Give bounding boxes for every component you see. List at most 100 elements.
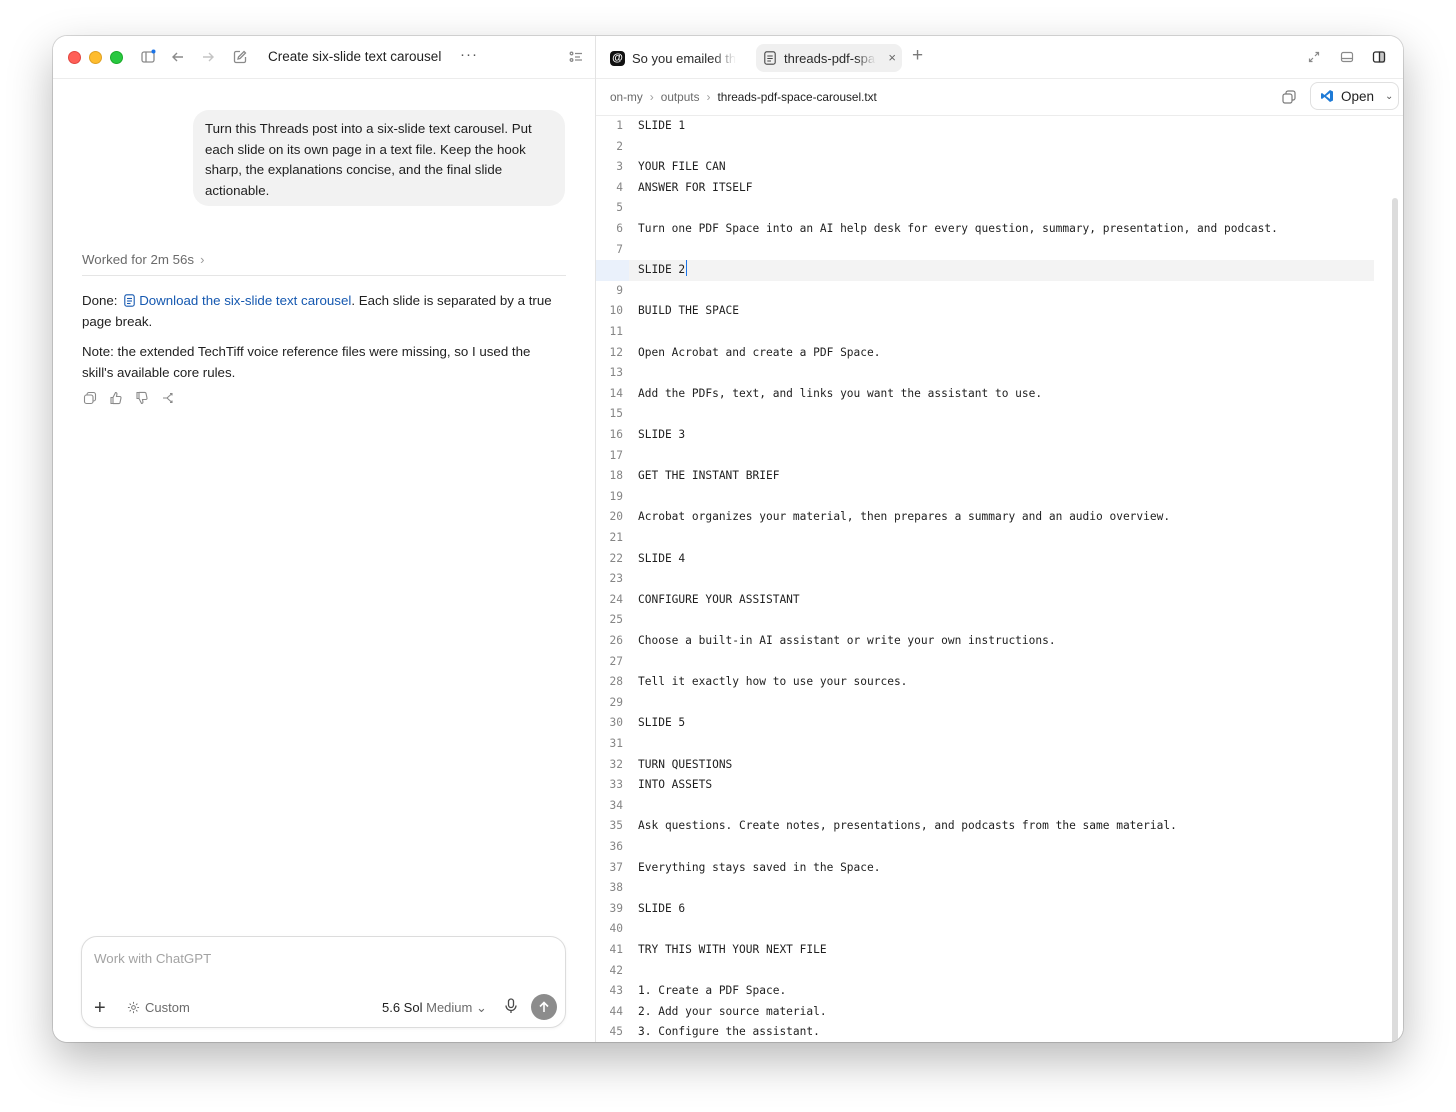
breadcrumb-item[interactable]: outputs: [661, 90, 700, 104]
editor-line[interactable]: 12 Open Acrobat and create a PDF Space.: [596, 343, 1374, 364]
microphone-icon[interactable]: [504, 998, 518, 1019]
editor-line[interactable]: 18 GET THE INSTANT BRIEF: [596, 466, 1374, 487]
editor-line[interactable]: 26 Choose a built-in AI assistant or writ…: [596, 631, 1374, 652]
editor-line[interactable]: 31: [596, 734, 1374, 755]
tab-carousel-file[interactable]: threads-pdf-space-carousel.txt ×: [756, 44, 902, 72]
editor-line[interactable]: 20 Acrobat organizes your material, then …: [596, 507, 1374, 528]
editor-line[interactable]: 39 SLIDE 6: [596, 899, 1374, 920]
editor-line[interactable]: 4 ANSWER FOR ITSELF: [596, 178, 1374, 199]
composer: + Custom 5.6 Sol Medium ⌄: [81, 936, 566, 1028]
editor-line[interactable]: 44 2. Add your source material.: [596, 1002, 1374, 1023]
assistant-message: Done: Download the six-slide text carous…: [82, 291, 562, 393]
text-caret: [686, 260, 688, 277]
editor-line[interactable]: 14 Add the PDFs, text, and links you want…: [596, 384, 1374, 405]
conversation-more-button[interactable]: ···: [460, 46, 478, 63]
editor-line[interactable]: 13: [596, 363, 1374, 384]
minimize-window-button[interactable]: [89, 51, 102, 64]
branch-icon[interactable]: [160, 390, 176, 406]
editor-line[interactable]: 41 TRY THIS WITH YOUR NEXT FILE: [596, 940, 1374, 961]
new-chat-icon[interactable]: [231, 48, 249, 66]
line-text: INTO ASSETS: [638, 778, 713, 792]
editor-line[interactable]: 43 1. Create a PDF Space.: [596, 981, 1374, 1002]
download-carousel-link[interactable]: Download the six-slide text carousel: [139, 293, 351, 308]
forward-arrow-icon[interactable]: [199, 48, 217, 66]
editor-line[interactable]: 24 CONFIGURE YOUR ASSISTANT: [596, 590, 1374, 611]
editor-line[interactable]: 9: [596, 281, 1374, 302]
conversation-title[interactable]: Create six-slide text carousel: [268, 49, 441, 64]
line-text: SLIDE 5: [638, 716, 686, 730]
model-selector[interactable]: 5.6 Sol Medium ⌄: [382, 1000, 487, 1016]
editor-line[interactable]: 21: [596, 528, 1374, 549]
back-arrow-icon[interactable]: [169, 48, 187, 66]
close-tab-icon[interactable]: ×: [888, 50, 896, 65]
text-editor[interactable]: 45 3. Configure the assistant. 44 2. Add yo…: [596, 115, 1403, 1042]
editor-line[interactable]: 5: [596, 198, 1374, 219]
editor-line[interactable]: 25: [596, 610, 1374, 631]
close-window-button[interactable]: [68, 51, 81, 64]
new-tab-button[interactable]: +: [912, 46, 923, 66]
task-list-icon[interactable]: [567, 48, 585, 66]
editor-line[interactable]: 1 SLIDE 1: [596, 116, 1374, 137]
chevron-right-icon: ›: [706, 90, 711, 104]
editor-line[interactable]: 28 Tell it exactly how to use your source…: [596, 672, 1374, 693]
line-number: 11: [609, 325, 623, 338]
editor-line[interactable]: 35 Ask questions. Create notes, presentat…: [596, 816, 1374, 837]
line-text: YOUR FILE CAN: [638, 160, 726, 174]
line-text: SLIDE 4: [638, 551, 686, 565]
editor-line[interactable]: 37 Everything stays saved in the Space.: [596, 858, 1374, 879]
editor-line[interactable]: 7: [596, 240, 1374, 261]
copy-file-icon[interactable]: [1281, 89, 1297, 105]
line-text: CONFIGURE YOUR ASSISTANT: [638, 592, 800, 606]
editor-line[interactable]: 22 SLIDE 4: [596, 549, 1374, 570]
open-in-editor-button[interactable]: Open ⌄: [1310, 82, 1399, 110]
editor-scrollbar[interactable]: [1392, 198, 1398, 1042]
line-number: 29: [609, 695, 623, 709]
send-button[interactable]: [531, 994, 557, 1020]
line-text: SLIDE 1: [638, 119, 686, 132]
editor-line[interactable]: 40: [596, 919, 1374, 940]
editor-line[interactable]: 10 BUILD THE SPACE: [596, 301, 1374, 322]
editor-line[interactable]: 33 INTO ASSETS: [596, 775, 1374, 796]
editor-line[interactable]: 3 YOUR FILE CAN: [596, 157, 1374, 178]
custom-mode-button[interactable]: Custom: [127, 1000, 190, 1015]
editor-line[interactable]: 38: [596, 878, 1374, 899]
terminal-panel-icon[interactable]: [1339, 49, 1355, 65]
line-number: 39: [609, 901, 623, 915]
editor-line[interactable]: 19: [596, 487, 1374, 508]
zoom-window-button[interactable]: [110, 51, 123, 64]
expand-icon[interactable]: [1306, 49, 1322, 65]
editor-line[interactable]: 16 SLIDE 3: [596, 425, 1374, 446]
line-text: ANSWER FOR ITSELF: [638, 180, 753, 194]
editor-line[interactable]: 6 Turn one PDF Space into an AI help desk…: [596, 219, 1374, 240]
editor-line[interactable]: 2: [596, 137, 1374, 158]
worked-duration-toggle[interactable]: Worked for 2m 56s ›: [82, 252, 204, 267]
copy-icon[interactable]: [82, 390, 98, 406]
editor-line[interactable]: 34: [596, 796, 1374, 817]
editor-line[interactable]: 29: [596, 693, 1374, 714]
thumbs-down-icon[interactable]: [134, 390, 150, 406]
editor-line[interactable]: 23: [596, 569, 1374, 590]
editor-line[interactable]: 42: [596, 961, 1374, 982]
editor-line[interactable]: 15: [596, 404, 1374, 425]
editor-line[interactable]: 17: [596, 446, 1374, 467]
side-panel-toggle-icon[interactable]: [1371, 49, 1387, 65]
editor-line[interactable]: 30 SLIDE 5: [596, 713, 1374, 734]
editor-line[interactable]: 32 TURN QUESTIONS: [596, 755, 1374, 776]
thumbs-up-icon[interactable]: [108, 390, 124, 406]
editor-line[interactable]: 36: [596, 837, 1374, 858]
editor-line[interactable]: 11: [596, 322, 1374, 343]
line-number: 43: [609, 984, 623, 998]
line-number: 6: [616, 222, 623, 235]
line-number: 17: [609, 448, 623, 462]
add-attachment-button[interactable]: +: [94, 998, 106, 1018]
editor-line[interactable]: 45 3. Configure the assistant.: [596, 1022, 1374, 1042]
editor-line[interactable]: 8SLIDE 2: [596, 260, 1374, 281]
line-text: Tell it exactly how to use your sources.: [638, 675, 908, 689]
line-number: 13: [609, 366, 623, 380]
sidebar-toggle-icon[interactable]: [139, 48, 157, 66]
tab-threads-post[interactable]: @ So you emailed th: [606, 44, 736, 72]
breadcrumb-item[interactable]: on-my: [610, 90, 643, 104]
editor-line[interactable]: 27: [596, 652, 1374, 673]
chevron-down-icon: ⌄: [1385, 90, 1394, 102]
composer-input[interactable]: [94, 951, 534, 966]
